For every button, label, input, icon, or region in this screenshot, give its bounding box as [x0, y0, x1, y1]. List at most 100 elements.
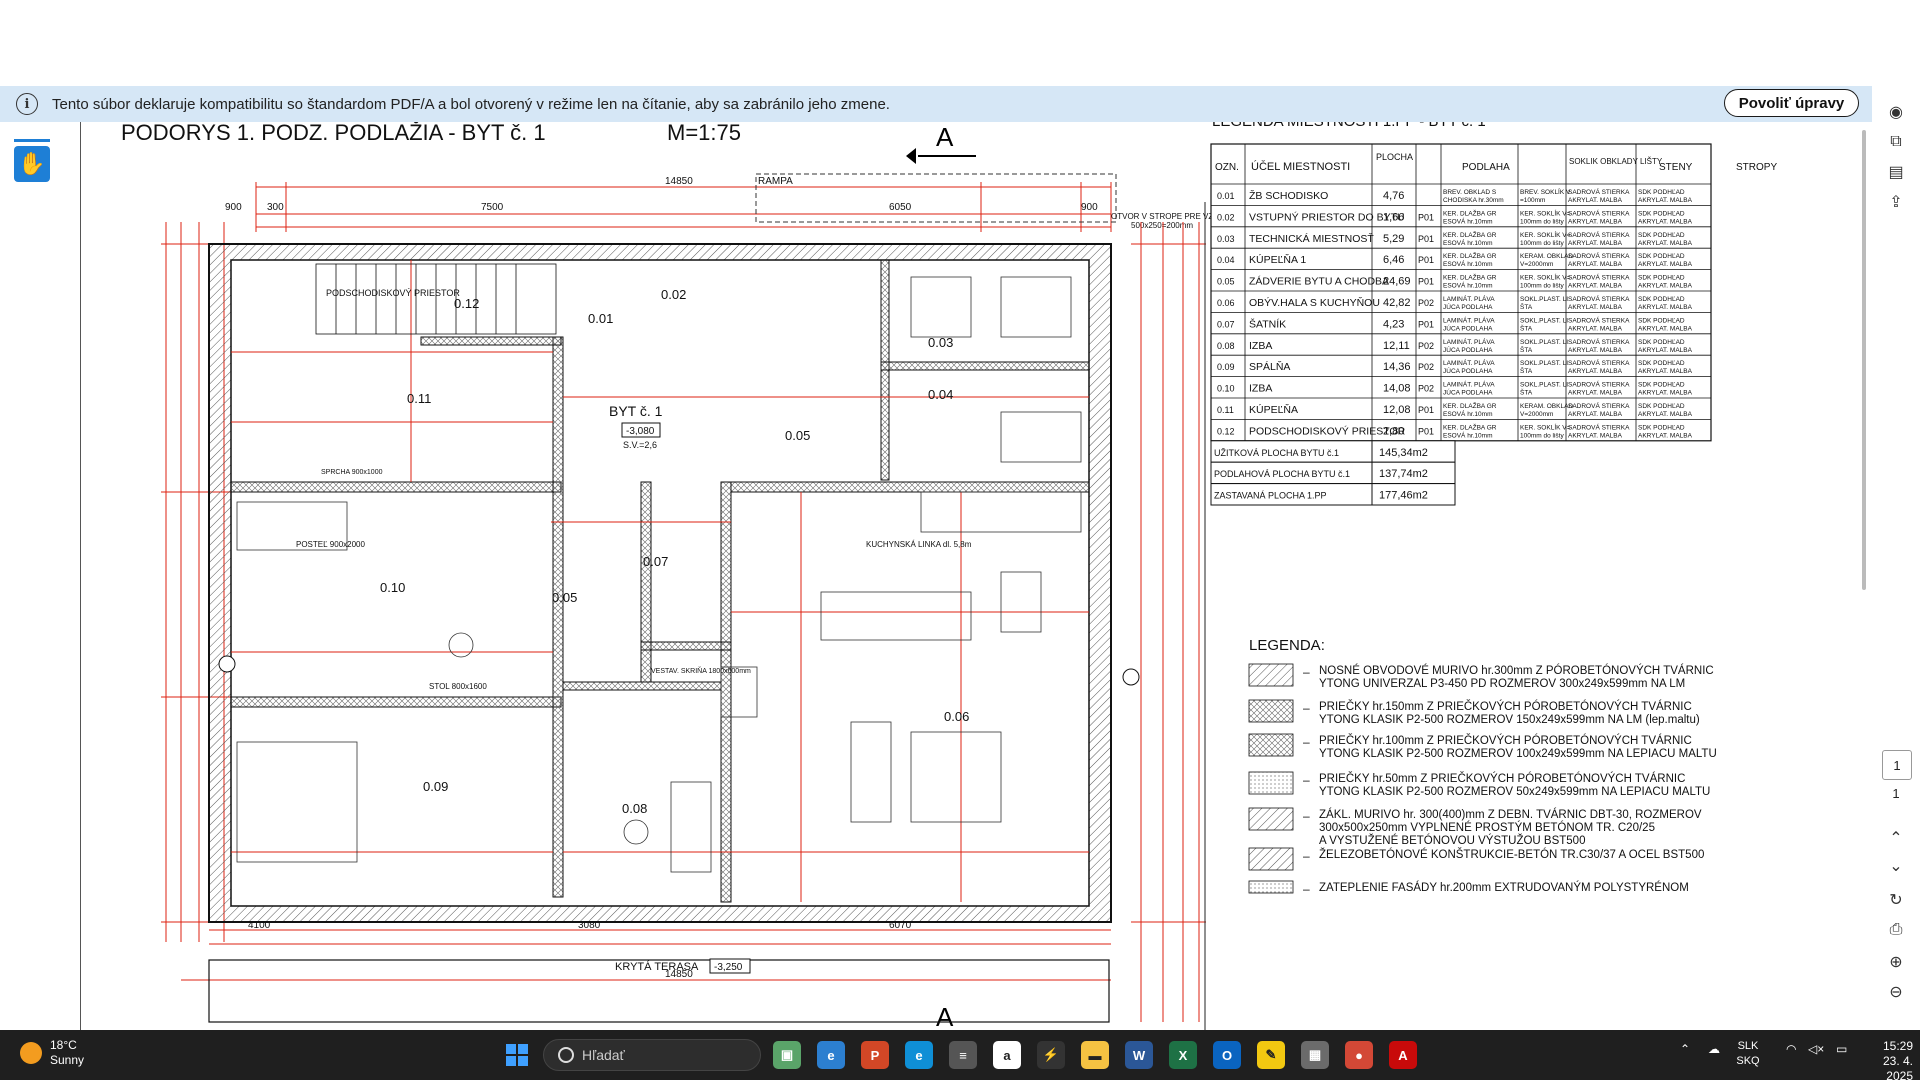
right-dimension-lines	[1131, 222, 1206, 1022]
table-cell-walls: SADROVÁ STIERKA	[1568, 358, 1630, 367]
clock[interactable]: 15:29 23. 4. 2025	[1865, 1039, 1913, 1084]
header-ozn: OZN.	[1215, 162, 1239, 173]
desk-label: STOL 800x1600	[429, 682, 487, 691]
table-cell-code: P01	[1418, 319, 1434, 329]
totals-label: UŽITKOVÁ PLOCHA BYTU č.1	[1214, 448, 1339, 458]
page-number-input[interactable]: 1	[1882, 750, 1912, 780]
legend-item-text: YTONG KLASIK P2-500 ROZMEROV 150x249x599…	[1319, 714, 1700, 726]
table-cell-ceil-2: AKRYLAT. MALBA	[1638, 304, 1693, 311]
app-lightning-icon[interactable]: ⚡	[1037, 1041, 1065, 1069]
refresh-icon[interactable]: ↻	[1884, 888, 1908, 912]
legend-item-text: YTONG UNIVERZAL P3-450 PD ROZMEROV 300x2…	[1319, 678, 1685, 690]
table-cell-floor: KER. DLAŽBA GR	[1443, 230, 1497, 239]
shower-label: SPRCHA 900x1000	[321, 469, 383, 476]
edge-icon[interactable]: e	[905, 1041, 933, 1069]
legend-item-text: PRIEČKY hr.150mm Z PRIEČKOVÝCH PÓROBETÓN…	[1319, 700, 1692, 713]
chevron-up-icon[interactable]: ⌃	[1884, 826, 1908, 850]
chevron-down-icon[interactable]: ⌄	[1884, 854, 1908, 878]
pages-icon[interactable]: ▤	[1884, 160, 1908, 184]
table-cell-name: ŽB SCHODISKO	[1249, 189, 1328, 202]
table-cell-id: 0.08	[1217, 341, 1235, 351]
legend-title: LEGENDA:	[1249, 637, 1325, 654]
table-cell-ceil: SDK PODHĽAD	[1638, 232, 1685, 239]
legend-item-text: 300x500x250mm VYPLNENÉ PROSTÝM BETÓNOM T…	[1319, 821, 1655, 834]
wifi-icon[interactable]: ◠	[1786, 1042, 1796, 1056]
table-cell-walls: SADROVÁ STIERKA	[1568, 401, 1630, 410]
word-icon[interactable]: W	[1125, 1041, 1153, 1069]
podschodiskovy-label: PODSCHODISKOVÝ PRIESTOR	[326, 288, 460, 298]
table-cell-ceil: SDK PODHĽAD	[1638, 296, 1685, 303]
table-cell-sokel-2: 100mm do lišty	[1520, 283, 1564, 290]
volume-icon[interactable]: ◁×	[1808, 1042, 1824, 1056]
save-icon[interactable]: ⎙	[1884, 918, 1908, 942]
table-cell-floor: KER. DLAŽBA GR	[1443, 401, 1497, 410]
legend-dash: –	[1303, 773, 1310, 787]
table-cell-sokel: SOKL.PLAST. LI	[1520, 296, 1568, 303]
table-cell-walls: SADROVÁ STIERKA	[1568, 422, 1630, 431]
file-manager-icon[interactable]: ≡	[949, 1041, 977, 1069]
photos-app-icon[interactable]: ▣	[773, 1041, 801, 1069]
chevron-up-tray-icon[interactable]: ⌃	[1680, 1042, 1690, 1056]
table-cell-walls-2: AKRYLAT. MALBA	[1568, 197, 1623, 204]
legend-item-text: PRIEČKY hr.50mm Z PRIEČKOVÝCH PÓROBETÓNO…	[1319, 772, 1685, 785]
zoom-in-icon[interactable]: ⊕	[1884, 950, 1908, 974]
table-cell-id: 0.04	[1217, 255, 1235, 265]
table-cell-area: 42,82	[1383, 297, 1411, 309]
kitchen-label: KUCHYNSKÁ LINKA dl. 5,8m	[866, 540, 972, 549]
excel-icon[interactable]: X	[1169, 1041, 1197, 1069]
export-icon[interactable]: ⇪	[1884, 190, 1908, 214]
table-cell-area: 2,80	[1383, 425, 1404, 437]
amazon-icon[interactable]: a	[993, 1041, 1021, 1069]
table-cell-ceil-2: AKRYLAT. MALBA	[1638, 411, 1693, 418]
dim-900-right: 900	[1081, 202, 1098, 213]
table-cell-walls-2: AKRYLAT. MALBA	[1568, 261, 1623, 268]
room-0.04: 0.04	[928, 387, 953, 402]
chat-icon[interactable]: ◉	[1884, 100, 1908, 124]
powerpoint-icon[interactable]: P	[861, 1041, 889, 1069]
table-cell-floor-2: JÚCA PODLAHA	[1443, 345, 1493, 354]
table-cell-area: 1,66	[1383, 211, 1404, 223]
legend-swatch	[1248, 699, 1294, 723]
room-0.07: 0.07	[643, 554, 668, 569]
table-cell-ceil: SDK PODHĽAD	[1638, 210, 1685, 217]
header-podlaha: PODLAHA	[1462, 162, 1510, 173]
hand-tool-icon[interactable]: ✋	[14, 146, 50, 182]
table-cell-floor-2: ESOVÁ hr.10mm	[1443, 409, 1493, 418]
legend-item-text: NOSNÉ OBVODOVÉ MURIVO hr.300mm Z PÓROBET…	[1319, 664, 1714, 677]
cloud-icon[interactable]: ☁	[1708, 1042, 1720, 1056]
table-cell-sokel-2: =100mm	[1520, 197, 1545, 204]
bookmark-icon[interactable]: ⧉	[1884, 130, 1908, 154]
outlook-icon[interactable]: O	[1213, 1041, 1241, 1069]
room-0.08: 0.08	[622, 801, 647, 816]
legend-dash: –	[1303, 735, 1310, 749]
table-cell-floor-2: JÚCA PODLAHA	[1443, 366, 1493, 375]
table-cell-code: P02	[1418, 341, 1434, 351]
table-cell-name: IZBA	[1249, 340, 1272, 352]
legend-dash: –	[1303, 701, 1310, 715]
chrome-icon[interactable]: ●	[1345, 1041, 1373, 1069]
language-indicator[interactable]: SLK SKQ	[1733, 1039, 1763, 1069]
enable-editing-button[interactable]: Povoliť úpravy	[1724, 89, 1859, 117]
table-cell-walls-2: AKRYLAT. MALBA	[1568, 368, 1623, 375]
zoom-out-icon[interactable]: ⊖	[1884, 980, 1908, 1004]
taskbar-search[interactable]: Hľadať	[543, 1039, 761, 1071]
otvor-note: OTVOR V STROPE PRE VZT	[1111, 212, 1218, 221]
room-0.12: 0.12	[454, 296, 479, 311]
unit-label: BYT č. 1	[609, 403, 663, 419]
edge-old-icon[interactable]: e	[817, 1041, 845, 1069]
sticky-icon[interactable]: ✎	[1257, 1041, 1285, 1069]
table-cell-id: 0.07	[1217, 319, 1235, 329]
legend-swatch	[1248, 847, 1294, 871]
table-cell-name: SPÁLŇA	[1249, 360, 1290, 373]
interior-area	[230, 259, 1090, 907]
document-scrollbar[interactable]	[1862, 130, 1866, 590]
acrobat-icon[interactable]: A	[1389, 1041, 1417, 1069]
table-cell-area: 12,08	[1383, 404, 1411, 416]
start-icon[interactable]	[506, 1044, 528, 1066]
dim-300: 300	[267, 202, 284, 213]
calculator-icon[interactable]: ▦	[1301, 1041, 1329, 1069]
explorer-icon[interactable]: ▬	[1081, 1041, 1109, 1069]
battery-icon[interactable]: ▭	[1836, 1042, 1847, 1056]
weather-widget[interactable]: 18°C Sunny	[20, 1038, 84, 1068]
lang-primary: SLK	[1737, 1040, 1759, 1052]
